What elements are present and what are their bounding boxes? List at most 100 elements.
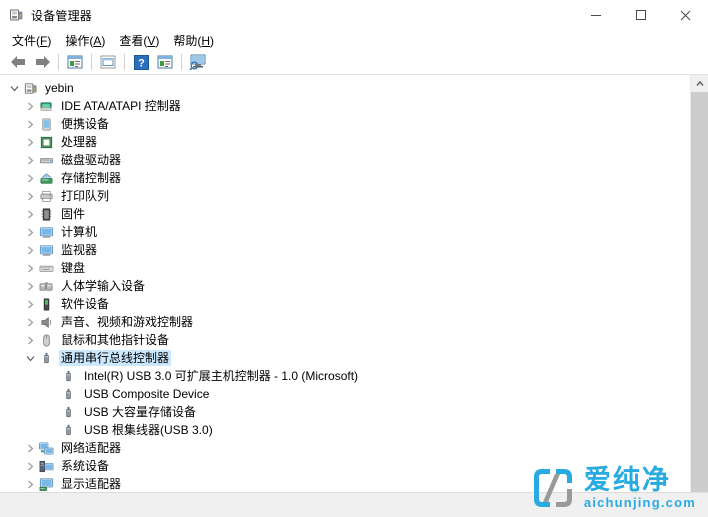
tree-node-root[interactable]: yebin <box>0 79 690 97</box>
expander-icon[interactable] <box>22 242 38 258</box>
scrollbar-thumb[interactable] <box>691 92 708 492</box>
storage-controller-icon <box>38 170 54 186</box>
vertical-scrollbar[interactable] <box>690 75 708 492</box>
expander-icon[interactable] <box>22 224 38 240</box>
tree-node-storage-controllers[interactable]: 存储控制器 <box>0 169 690 187</box>
node-label: 打印队列 <box>61 189 110 203</box>
toolbar-separator-3 <box>124 54 125 70</box>
device-manager-window: 设备管理器 文件(F) 操作(A) 查看(V) 帮助(H) ? yebin ID… <box>0 0 708 517</box>
node-label: IDE ATA/ATAPI 控制器 <box>61 99 181 113</box>
menu-file-text: 文件( <box>12 33 40 48</box>
chevron-right-icon <box>27 444 33 452</box>
tree-node-usb-child[interactable]: Intel(R) USB 3.0 可扩展主机控制器 - 1.0 (Microso… <box>0 367 690 385</box>
close-button[interactable] <box>663 0 708 30</box>
tree-node-software-devices[interactable]: 软件设备 <box>0 295 690 313</box>
expander-icon[interactable] <box>22 152 38 168</box>
tree-node-hid[interactable]: 人体学输入设备 <box>0 277 690 295</box>
expander-icon[interactable] <box>22 350 38 366</box>
update-driver-icon <box>157 55 173 68</box>
scrollbar-track[interactable] <box>691 92 708 492</box>
firmware-icon <box>38 206 54 222</box>
properties-button[interactable] <box>63 51 87 73</box>
expander-icon[interactable] <box>22 170 38 186</box>
chevron-right-icon <box>27 102 33 110</box>
menu-action[interactable]: 操作(A) <box>59 30 113 51</box>
node-label: 通用串行总线控制器 <box>59 350 172 366</box>
maximize-button[interactable] <box>618 0 663 30</box>
scan-hardware-button[interactable] <box>186 51 210 73</box>
node-label: Intel(R) USB 3.0 可扩展主机控制器 - 1.0 (Microso… <box>84 369 359 383</box>
help-button[interactable]: ? <box>129 51 153 73</box>
tree-node-usb-child[interactable]: USB 根集线器(USB 3.0) <box>0 421 690 439</box>
tree-node-ide-controller[interactable]: IDE ATA/ATAPI 控制器 <box>0 97 690 115</box>
menu-file[interactable]: 文件(F) <box>6 30 59 51</box>
tree-node-usb-controllers[interactable]: 通用串行总线控制器 <box>0 349 690 367</box>
tree-node-computer[interactable]: 计算机 <box>0 223 690 241</box>
toolbar: ? <box>0 50 708 75</box>
tree-node-print-queues[interactable]: 打印队列 <box>0 187 690 205</box>
tree-node-keyboards[interactable]: 键盘 <box>0 259 690 277</box>
expander-icon[interactable] <box>22 476 38 492</box>
tree-node-usb-child[interactable]: USB 大容量存储设备 <box>0 403 690 421</box>
hid-icon <box>38 278 54 294</box>
node-label: USB 大容量存储设备 <box>84 405 197 419</box>
tree-node-portable-devices[interactable]: 便携设备 <box>0 115 690 133</box>
chevron-right-icon <box>27 264 33 272</box>
expander-icon[interactable] <box>22 116 38 132</box>
minimize-button[interactable] <box>573 0 618 30</box>
expander-icon[interactable] <box>22 98 38 114</box>
computer-icon <box>38 224 54 240</box>
expander-icon[interactable] <box>22 206 38 222</box>
device-tree[interactable]: yebin IDE ATA/ATAPI 控制器 便携设备 处理器 磁盘驱动器 存… <box>0 75 690 492</box>
update-driver-button[interactable] <box>153 51 177 73</box>
toolbar-separator-4 <box>181 54 182 70</box>
expander-icon[interactable] <box>22 440 38 456</box>
node-label: 显示适配器 <box>61 477 122 491</box>
chevron-right-icon <box>27 210 33 218</box>
usb-device-icon <box>60 422 76 438</box>
expander-icon[interactable] <box>22 278 38 294</box>
expander-icon[interactable] <box>22 314 38 330</box>
forward-arrow-icon <box>35 56 50 68</box>
expander-icon[interactable] <box>22 332 38 348</box>
scroll-up-button[interactable] <box>691 75 708 92</box>
network-adapter-icon <box>38 440 54 456</box>
root-label: yebin <box>45 81 74 95</box>
svg-text:?: ? <box>138 57 145 69</box>
portable-device-icon <box>38 116 54 132</box>
maximize-icon <box>635 10 646 20</box>
tree-node-monitors[interactable]: 监视器 <box>0 241 690 259</box>
root-expander[interactable] <box>6 80 22 96</box>
node-label: 系统设备 <box>61 459 110 473</box>
menu-action-tail: ) <box>101 33 106 48</box>
tree-node-disk-drives[interactable]: 磁盘驱动器 <box>0 151 690 169</box>
tree-node-mice[interactable]: 鼠标和其他指针设备 <box>0 331 690 349</box>
node-label: 键盘 <box>61 261 86 275</box>
tree-node-network-adapters[interactable]: 网络适配器 <box>0 439 690 457</box>
node-label: 鼠标和其他指针设备 <box>61 333 170 347</box>
window-controls <box>573 0 708 30</box>
close-icon <box>680 10 691 20</box>
expander-icon[interactable] <box>22 134 38 150</box>
menu-help-tail: ) <box>210 33 215 48</box>
tree-node-firmware[interactable]: 固件 <box>0 205 690 223</box>
node-label: 固件 <box>61 207 86 221</box>
tree-node-display-adapters[interactable]: 显示适配器 <box>0 475 690 492</box>
forward-button[interactable] <box>30 51 54 73</box>
tree-node-usb-child[interactable]: USB Composite Device <box>0 385 690 403</box>
tree-node-processors[interactable]: 处理器 <box>0 133 690 151</box>
tree-node-system-devices[interactable]: 系统设备 <box>0 457 690 475</box>
minimize-icon <box>590 14 601 16</box>
menu-help-text: 帮助( <box>173 33 202 48</box>
expander-icon[interactable] <box>22 188 38 204</box>
expander-icon[interactable] <box>22 260 38 276</box>
menu-view[interactable]: 查看(V) <box>113 30 167 51</box>
back-button[interactable] <box>6 51 30 73</box>
ide-controller-icon <box>38 98 54 114</box>
tree-node-sound-controllers[interactable]: 声音、视频和游戏控制器 <box>0 313 690 331</box>
menu-help-key: H <box>201 33 211 48</box>
show-hidden-button[interactable] <box>96 51 120 73</box>
expander-icon[interactable] <box>22 296 38 312</box>
expander-icon[interactable] <box>22 458 38 474</box>
menu-help[interactable]: 帮助(H) <box>167 30 222 51</box>
